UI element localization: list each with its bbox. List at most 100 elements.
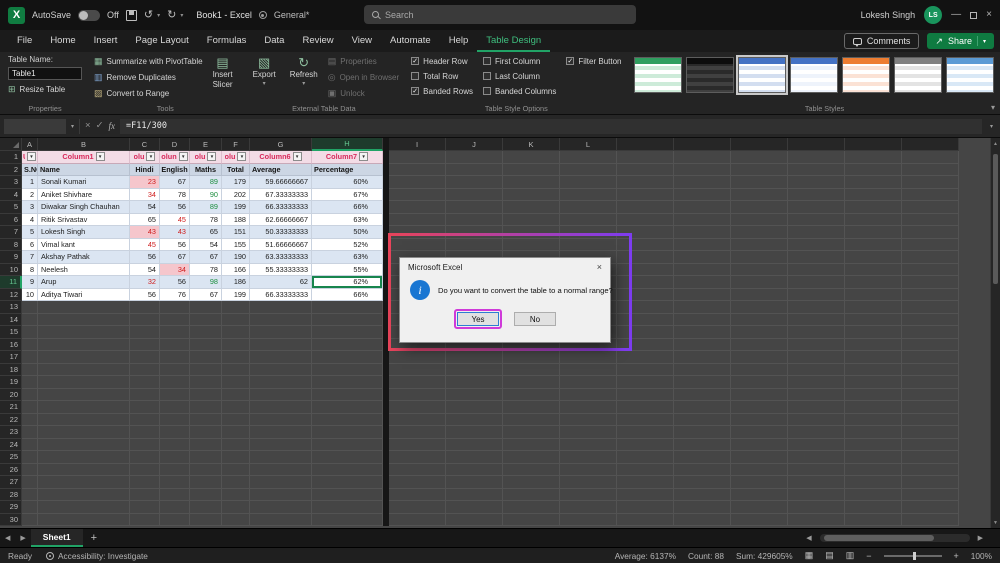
cell-empty[interactable] [902,276,959,289]
table-style-green[interactable] [633,57,682,93]
cell-empty[interactable] [503,451,560,464]
cell-empty[interactable] [845,463,902,476]
cell-empty[interactable] [788,338,845,351]
cell-empty[interactable] [902,451,959,464]
cell-empty[interactable] [731,438,788,451]
share-button[interactable]: ↗ Share ▾ [927,33,994,49]
cell-empty[interactable] [731,451,788,464]
cell-empty[interactable] [845,151,902,164]
cell-empty[interactable] [674,413,731,426]
cell-B3[interactable]: Sonali Kumari [38,176,130,189]
cell-B23[interactable] [38,426,130,439]
cell-A21[interactable] [22,401,38,414]
cell-D28[interactable] [160,488,190,501]
cell-empty[interactable] [788,276,845,289]
cell-empty[interactable] [788,388,845,401]
scroll-down-icon[interactable]: ▼ [991,517,1000,528]
cell-H24[interactable] [312,438,383,451]
formula-bar-expand-icon[interactable]: ▾ [987,123,996,130]
save-icon[interactable] [125,9,137,21]
resize-table-button[interactable]: ⊞ Resize Table [8,83,82,96]
cell-empty[interactable] [788,426,845,439]
cell-empty[interactable] [731,213,788,226]
cell-empty[interactable] [617,363,674,376]
cell-empty[interactable] [389,463,446,476]
cell-H22[interactable] [312,413,383,426]
cell-C16[interactable] [130,338,160,351]
cell-empty[interactable] [845,438,902,451]
zoom-slider[interactable] [883,551,942,560]
cell-empty[interactable] [617,413,674,426]
cell-empty[interactable] [617,388,674,401]
ribbon-tab-page-layout[interactable]: Page Layout [126,30,197,52]
cell-D9[interactable]: 67 [160,251,190,264]
cell-empty[interactable] [731,176,788,189]
cell-empty[interactable] [617,463,674,476]
cell-C8[interactable]: 45 [130,238,160,251]
cell-empty[interactable] [389,476,446,489]
checkbox-first-column[interactable]: First Column [482,55,556,67]
cell-empty[interactable] [788,488,845,501]
cell-D17[interactable] [160,351,190,364]
cell-F24[interactable] [222,438,250,451]
cell-G13[interactable] [250,301,312,314]
cell-empty[interactable] [845,188,902,201]
cell-E17[interactable] [190,351,222,364]
cell-empty[interactable] [845,163,902,176]
cell-empty[interactable] [446,213,503,226]
cell-empty[interactable] [560,451,617,464]
redo-caret-icon[interactable]: ▾ [180,12,183,19]
cell-empty[interactable] [731,388,788,401]
row-header-24[interactable]: 24 [0,438,22,451]
new-sheet-button[interactable]: + [83,529,105,547]
cell-empty[interactable] [503,426,560,439]
cell-G17[interactable] [250,351,312,364]
cell-C5[interactable]: 54 [130,201,160,214]
cell-empty[interactable] [731,413,788,426]
cell-F13[interactable] [222,301,250,314]
cell-D6[interactable]: 45 [160,213,190,226]
cell-A16[interactable] [22,338,38,351]
cell-empty[interactable] [788,151,845,164]
cell-A27[interactable] [22,476,38,489]
cell-F22[interactable] [222,413,250,426]
cell-empty[interactable] [617,488,674,501]
cell-empty[interactable] [446,401,503,414]
zoom-level[interactable]: 100% [971,551,992,561]
cell-G28[interactable] [250,488,312,501]
cell-B8[interactable]: Vimal kant [38,238,130,251]
cell-H3[interactable]: 60% [312,176,383,189]
filter-button-H[interactable]: ▼ [359,152,369,162]
cell-H18[interactable] [312,363,383,376]
checkbox-banded-columns[interactable]: Banded Columns [482,85,556,97]
zoom-slider-thumb[interactable] [912,551,916,560]
cell-C10[interactable]: 54 [130,263,160,276]
cell-A29[interactable] [22,501,38,514]
cell-B9[interactable]: Akshay Pathak [38,251,130,264]
cell-empty[interactable] [902,213,959,226]
horizontal-scroll-thumb[interactable] [823,535,934,541]
cell-E16[interactable] [190,338,222,351]
cell-G1[interactable]: Column6 ▼ [250,151,312,164]
cell-G24[interactable] [250,438,312,451]
cell-empty[interactable] [731,276,788,289]
cell-E24[interactable] [190,438,222,451]
cell-empty[interactable] [389,376,446,389]
cell-B18[interactable] [38,363,130,376]
remove-duplicates-button[interactable]: ▥ Remove Duplicates [94,71,203,84]
cell-empty[interactable] [845,301,902,314]
cell-empty[interactable] [560,176,617,189]
cell-F30[interactable] [222,513,250,526]
cell-empty[interactable] [788,251,845,264]
cell-empty[interactable] [788,413,845,426]
cell-H14[interactable] [312,313,383,326]
cell-B19[interactable] [38,376,130,389]
cell-B2[interactable]: Name [38,163,130,176]
cell-empty[interactable] [446,438,503,451]
cell-empty[interactable] [560,413,617,426]
cell-A22[interactable] [22,413,38,426]
cell-empty[interactable] [560,401,617,414]
cell-empty[interactable] [845,338,902,351]
cell-H29[interactable] [312,501,383,514]
row-header-2[interactable]: 2 [0,163,22,176]
